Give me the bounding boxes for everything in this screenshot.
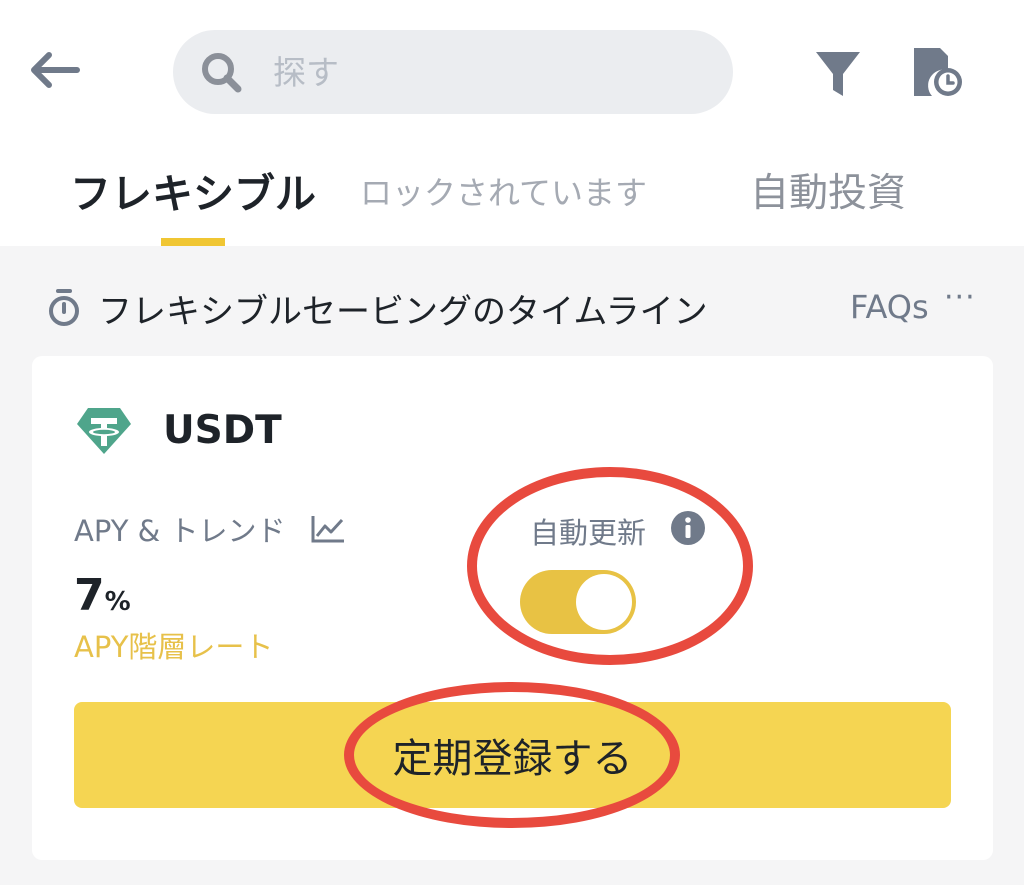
document-clock-icon[interactable] bbox=[910, 44, 964, 100]
apy-trend-label[interactable]: APY & トレンド bbox=[74, 508, 285, 550]
apy-value: 7% bbox=[74, 570, 131, 621]
back-button[interactable] bbox=[22, 42, 86, 98]
more-options-icon[interactable]: ··· bbox=[944, 280, 976, 315]
info-icon[interactable] bbox=[670, 510, 706, 546]
active-tab-indicator bbox=[161, 238, 225, 246]
stopwatch-icon bbox=[49, 289, 79, 326]
faqs-link[interactable]: FAQs bbox=[850, 288, 929, 326]
toggle-knob bbox=[576, 574, 632, 630]
header: フレキシブル ロックされています 自動投資 bbox=[0, 0, 1024, 246]
apy-number: 7 bbox=[74, 570, 105, 621]
arrow-left-icon bbox=[31, 52, 80, 88]
tether-icon bbox=[77, 408, 131, 454]
tab-locked[interactable]: ロックされています bbox=[360, 168, 647, 214]
product-card: USDT APY & トレンド 7% APY階層レート 自動更新 定期登録する bbox=[32, 356, 993, 860]
timeline-row: フレキシブルセービングのタイムライン FAQs ··· bbox=[46, 280, 986, 336]
auto-renew-label: 自動更新 bbox=[530, 516, 647, 550]
filter-icon[interactable] bbox=[814, 48, 862, 100]
auto-renew-toggle[interactable] bbox=[520, 570, 636, 634]
apy-tier-rate-link[interactable]: APY階層レート bbox=[74, 624, 273, 666]
timeline-link[interactable]: フレキシブルセービングのタイムライン bbox=[98, 284, 708, 333]
subscribe-button[interactable]: 定期登録する bbox=[74, 702, 951, 808]
trend-chart-icon[interactable] bbox=[310, 514, 346, 544]
search-bar[interactable] bbox=[173, 30, 733, 114]
search-icon bbox=[202, 53, 242, 93]
search-input[interactable] bbox=[273, 44, 693, 100]
apy-unit: % bbox=[104, 587, 131, 617]
coin-name: USDT bbox=[163, 408, 282, 453]
tab-auto-invest[interactable]: 自動投資 bbox=[750, 162, 906, 218]
tab-flexible[interactable]: フレキシブル bbox=[70, 160, 316, 220]
